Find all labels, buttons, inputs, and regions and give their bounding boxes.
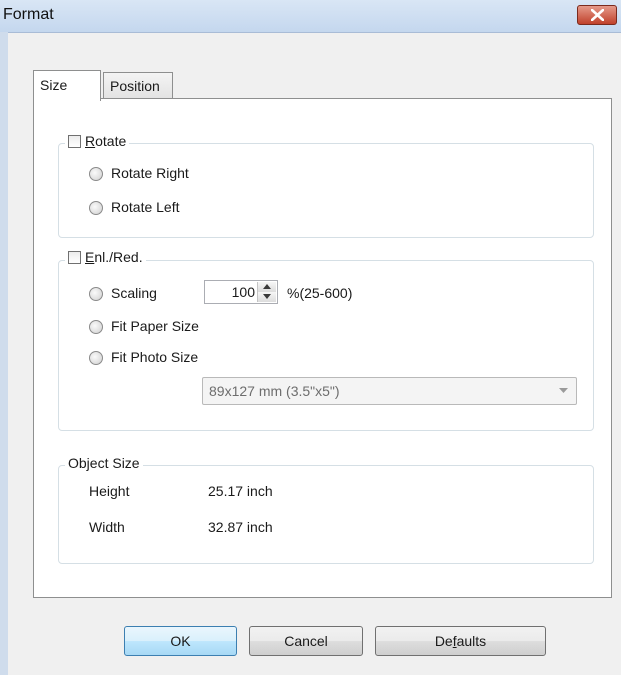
spin-up-icon <box>263 284 271 289</box>
enl-red-label: nl./Red. <box>94 249 143 265</box>
rotate-label-access: R <box>85 133 96 149</box>
height-value: 25.17 inch <box>208 483 273 499</box>
enl-red-label-access: E <box>85 249 95 265</box>
fit-photo-size-label: Fit Photo Size <box>111 349 199 365</box>
tab-size-label: Size <box>40 77 68 93</box>
object-size-legend: Object Size <box>65 455 143 471</box>
scaling-value[interactable]: 100 <box>232 284 255 300</box>
enl-red-checkbox-row[interactable]: Enl./Red. <box>65 249 146 265</box>
fit-photo-size-radio[interactable] <box>89 351 103 365</box>
enl-red-checkbox[interactable] <box>68 251 81 264</box>
spin-down-button[interactable] <box>258 292 276 302</box>
tab-position[interactable]: Position <box>103 72 173 98</box>
ok-button-label: OK <box>170 633 191 649</box>
defaults-button-label: Defaults <box>435 633 486 649</box>
defaults-button[interactable]: Defaults <box>375 626 546 656</box>
width-value: 32.87 inch <box>208 519 273 535</box>
format-dialog: Format Size Position Rotate Rotate Right… <box>0 0 621 675</box>
scaling-spin-input[interactable]: 100 <box>204 280 278 304</box>
window-frame <box>0 32 8 675</box>
defaults-label-post: aults <box>456 633 487 649</box>
close-button[interactable] <box>577 5 617 25</box>
tab-position-label: Position <box>110 78 160 94</box>
rotate-right-label: Rotate Right <box>111 165 189 181</box>
rotate-checkbox[interactable] <box>68 135 81 148</box>
tab-size[interactable]: Size <box>33 70 101 101</box>
scaling-label: Scaling <box>111 285 157 301</box>
scaling-range-label: %(25-600) <box>287 285 353 301</box>
fit-paper-size-radio[interactable] <box>89 320 103 334</box>
scaling-spinner[interactable] <box>257 282 276 302</box>
defaults-label-pre: De <box>434 633 453 649</box>
width-label: Width <box>89 519 125 535</box>
rotate-left-radio[interactable] <box>89 201 103 215</box>
rotate-label: otate <box>95 133 127 149</box>
object-size-group <box>58 465 594 564</box>
window-title: Format <box>3 6 54 23</box>
cancel-button-label: Cancel <box>284 633 328 649</box>
photo-size-value: 89x127 mm (3.5"x5") <box>209 383 340 399</box>
ok-button[interactable]: OK <box>124 626 237 656</box>
chevron-down-icon <box>559 388 568 393</box>
photo-size-select[interactable]: 89x127 mm (3.5"x5") <box>202 377 577 405</box>
scaling-radio[interactable] <box>89 287 103 301</box>
height-label: Height <box>89 483 130 499</box>
rotate-group <box>58 143 594 238</box>
rotate-right-radio[interactable] <box>89 167 103 181</box>
cancel-button[interactable]: Cancel <box>249 626 363 656</box>
spin-down-icon <box>263 294 271 299</box>
rotate-left-label: Rotate Left <box>111 199 180 215</box>
close-icon <box>591 9 604 21</box>
title-bar[interactable]: Format <box>0 0 621 33</box>
rotate-checkbox-row[interactable]: Rotate <box>65 133 130 149</box>
fit-paper-size-label: Fit Paper Size <box>111 318 199 334</box>
size-tab-panel: Rotate Rotate Right Rotate Left Enl./Red… <box>33 98 612 598</box>
